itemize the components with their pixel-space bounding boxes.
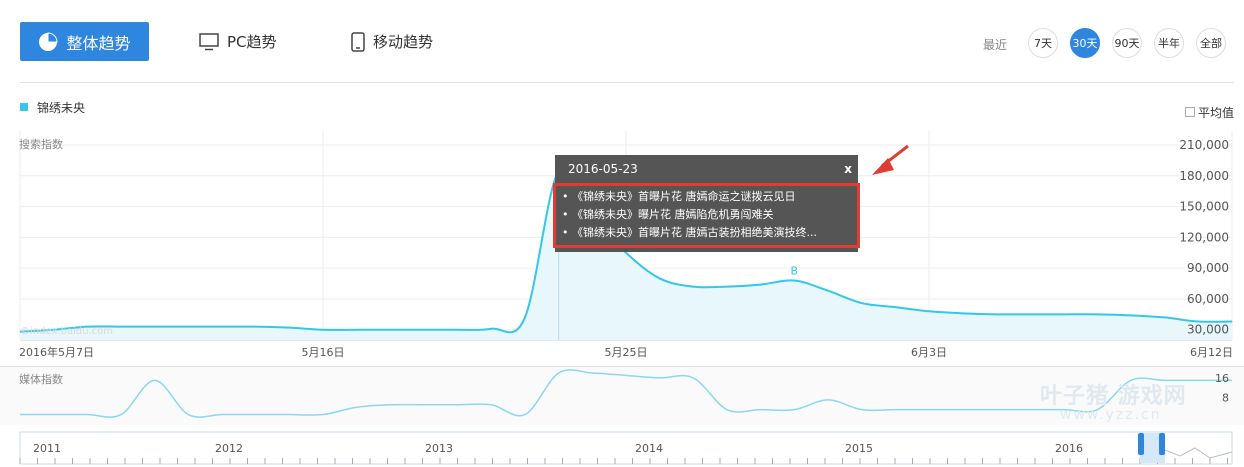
data-point: [793, 279, 795, 281]
red-arrow-icon: [872, 144, 909, 175]
tooltip-date: 2016-05-23: [568, 162, 638, 176]
data-point: [894, 306, 896, 308]
range-30d-button[interactable]: 30天: [1070, 28, 1100, 58]
timeline-year-label: 2012: [215, 442, 243, 455]
data-point: [255, 326, 257, 328]
timeline-year-label: 2011: [33, 442, 61, 455]
data-point: [827, 290, 829, 292]
overall-trend-label: 整体趋势: [66, 33, 131, 53]
data-point: [187, 326, 189, 328]
timeline-year-label: 2014: [635, 442, 663, 455]
timeline-year-label: 2013: [425, 442, 453, 455]
timeline-year-label: 2016: [1055, 442, 1083, 455]
mobile-trend-tab[interactable]: 移动趋势: [351, 22, 433, 61]
data-point: [962, 312, 964, 314]
x-tick-label: 6月3日: [911, 346, 947, 359]
tooltip-news-item[interactable]: • 《锦绣未央》首曝片花 唐嫣命运之谜拨云见日: [562, 188, 851, 206]
x-tick-label: 5月25日: [605, 346, 648, 359]
pc-trend-label: PC趋势: [227, 33, 277, 51]
timeline-left-handle: [1138, 433, 1144, 455]
y-tick-label: 60,000: [1187, 292, 1229, 306]
data-point: [490, 328, 492, 330]
mobile-phone-icon: [351, 31, 365, 52]
legend-swatch: [20, 103, 28, 111]
data-point: [760, 284, 762, 286]
media-y-tick-label: 8: [1222, 391, 1229, 404]
data-point: [154, 326, 156, 328]
y-tick-label: 180,000: [1179, 169, 1229, 183]
y-tick-label: 150,000: [1179, 200, 1229, 214]
data-point: [1231, 321, 1233, 323]
event-tooltip: 2016-05-23 x • 《锦绣未央》首曝片花 唐嫣命运之谜拨云见日 • 《…: [553, 155, 860, 252]
search-index-title: 搜索指数: [19, 138, 63, 151]
tooltip-news-item[interactable]: • 《锦绣未央》首曝片花 唐嫣古装扮相绝美演技终...: [562, 224, 851, 242]
media-index-title: 媒体指数: [19, 373, 63, 386]
x-tick-label: 5月16日: [302, 346, 345, 359]
y-tick-label: 90,000: [1187, 261, 1229, 275]
range-half-year-button[interactable]: 半年: [1154, 28, 1184, 58]
data-point: [1029, 313, 1031, 315]
overall-trend-button[interactable]: 整体趋势: [20, 22, 149, 61]
timeline-navigator[interactable]: 2011 2012 2013 2014 2015 2016: [0, 430, 1244, 467]
data-point: [288, 327, 290, 329]
data-point: [726, 286, 728, 288]
data-point: [625, 252, 627, 254]
y-tick-label: 120,000: [1179, 230, 1229, 244]
y-tick-label: 30,000: [1187, 323, 1229, 337]
range-label: 最近: [983, 38, 1008, 52]
data-point: [322, 329, 324, 331]
range-90d-button[interactable]: 90天: [1112, 28, 1142, 58]
timeline-right-handle: [1159, 433, 1165, 455]
data-point: [1164, 316, 1166, 318]
data-point: [389, 329, 391, 331]
main-chart-x-ticks: 2016年5月7日 5月16日 5月25日 6月3日 6月12日: [19, 345, 1233, 359]
x-tick-label: 6月12日: [1190, 346, 1233, 359]
main-chart-y-ticks: 30,000 60,000 90,000 120,000 150,000 180,000 2…: [1179, 138, 1229, 337]
data-point: [659, 277, 661, 279]
tooltip-news-list: • 《锦绣未央》首曝片花 唐嫣命运之谜拨云见日 • 《锦绣未央》曝片花 唐嫣陷危…: [553, 183, 860, 248]
mobile-trend-label: 移动趋势: [373, 33, 434, 51]
watermark-url: www.yzz.cn: [1060, 407, 1162, 423]
data-point: [423, 329, 425, 331]
media-chart-y-ticks: 816: [1215, 372, 1229, 405]
monitor-icon: [199, 32, 219, 50]
watermark-logo: 叶子猪 游戏网: [1040, 384, 1187, 409]
data-point: [995, 313, 997, 315]
data-point: [861, 302, 863, 304]
data-point: [692, 286, 694, 288]
data-point: [457, 329, 459, 331]
timeline-year-label: 2015: [845, 442, 873, 455]
data-point: [1096, 313, 1098, 315]
watermark-text: ©index.baidu.com: [20, 326, 114, 337]
range-7d-button[interactable]: 7天: [1028, 28, 1058, 58]
data-point: [1130, 314, 1132, 316]
average-label: 平均值: [1198, 106, 1235, 120]
legend-series-name[interactable]: 锦绣未央: [37, 99, 85, 116]
tooltip-close-button[interactable]: x: [844, 162, 852, 176]
header-divider: [20, 82, 1234, 83]
data-point: [1063, 313, 1065, 315]
data-point: [221, 326, 223, 328]
x-tick-label: 2016年5月7日: [19, 345, 94, 359]
tooltip-news-item[interactable]: • 《锦绣未央》曝片花 唐嫣陷危机勇闯难关: [562, 206, 851, 224]
data-point: [356, 329, 358, 331]
annotation-label: B: [791, 264, 799, 277]
media-y-tick-label: 16: [1215, 372, 1229, 385]
data-point: [928, 310, 930, 312]
average-checkbox[interactable]: [1185, 107, 1195, 117]
pie-chart-icon: [39, 31, 58, 51]
range-all-button[interactable]: 全部: [1196, 28, 1226, 58]
data-point: [524, 316, 526, 318]
y-tick-label: 210,000: [1179, 138, 1229, 152]
data-point: [120, 326, 122, 328]
pc-trend-tab[interactable]: PC趋势: [199, 22, 277, 61]
